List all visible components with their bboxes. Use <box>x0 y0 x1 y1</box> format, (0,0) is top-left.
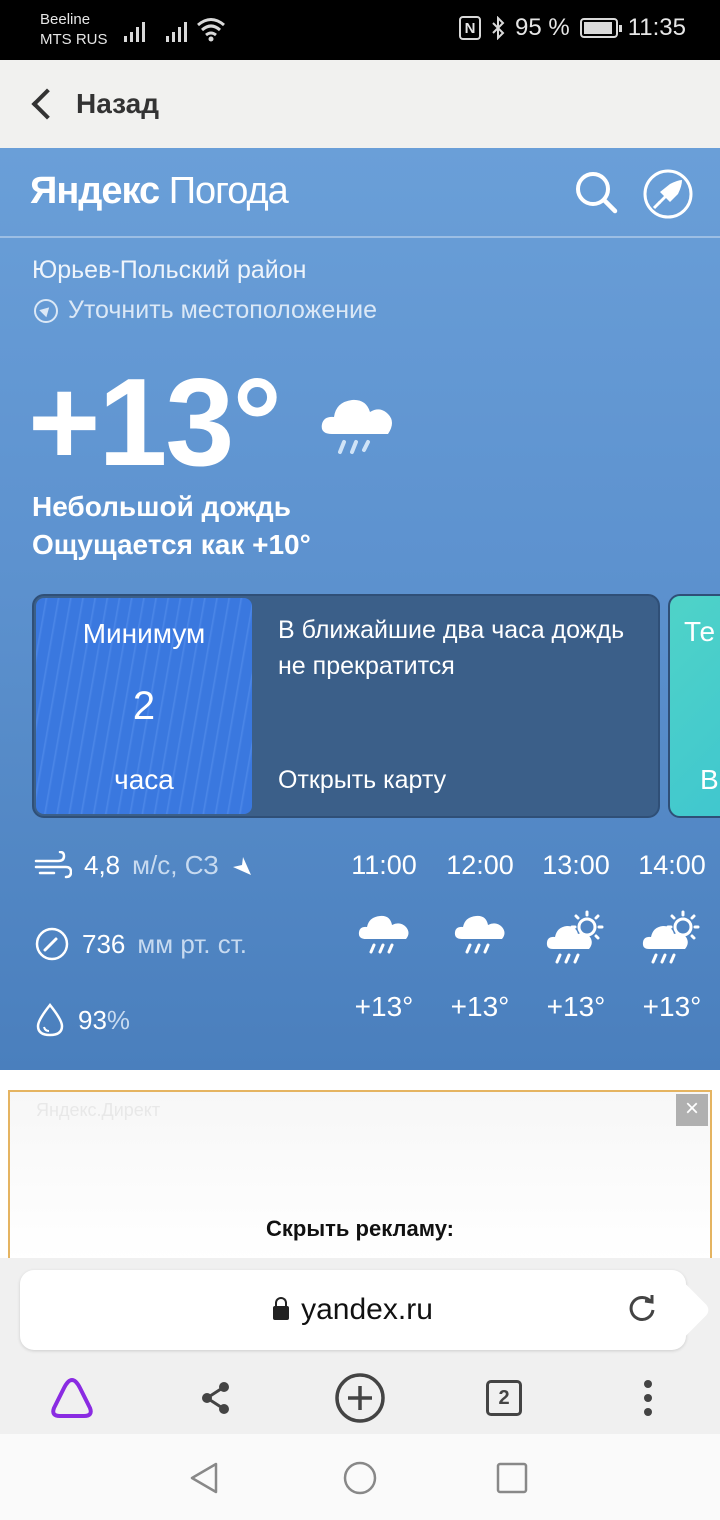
search-icon[interactable] <box>572 168 620 216</box>
nfc-icon: N <box>459 16 482 40</box>
rain-min-unit: часа <box>114 764 174 795</box>
system-nav-bar <box>0 1434 720 1520</box>
status-bar: Beeline MTS RUS N 95 % 11:35 <box>0 0 720 60</box>
nav-recents-icon[interactable] <box>494 1460 530 1496</box>
nowcast-card[interactable]: Минимум 2 часа В ближайшие два часа дожд… <box>32 594 660 818</box>
hourly-forecast[interactable]: 11:00 +13° 12:00 +13° 13:00 +13° 14:00 +… <box>336 850 720 1023</box>
chevron-left-icon <box>31 88 63 120</box>
back-label: Назад <box>76 88 160 119</box>
browser-bottom-bar: yandex.ru 2 <box>0 1258 720 1434</box>
carrier-1: Beeline <box>40 11 91 28</box>
condition-text: Небольшой дождь <box>32 491 291 522</box>
battery-icon <box>579 18 622 38</box>
nowcast-message: В ближайшие два часа дождь не прекратитс… <box>278 616 625 680</box>
back-bar: Назад <box>0 60 720 148</box>
feels-like: Ощущается как +10° <box>32 529 311 560</box>
second-card-title: Те <box>684 616 716 647</box>
hour-item: 13:00 +13° <box>528 850 624 1023</box>
menu-button[interactable] <box>618 1368 678 1428</box>
address-bar[interactable]: yandex.ru <box>20 1270 686 1350</box>
new-tab-button[interactable] <box>330 1368 390 1428</box>
refine-location-label: Уточнить местоположение <box>68 296 377 324</box>
url-text: yandex.ru <box>301 1293 433 1326</box>
pressure-gauge-icon <box>35 927 69 961</box>
second-card[interactable]: Те В <box>668 594 720 818</box>
wifi-icon <box>197 18 225 42</box>
hour-time: 13:00 <box>542 850 610 880</box>
ad-banner[interactable]: Яндекс.Директ × Скрыть рекламу: <box>8 1090 712 1262</box>
add-icon <box>335 1373 385 1423</box>
bluetooth-icon <box>492 16 505 40</box>
weather-header: Яндекс Погода <box>0 148 720 238</box>
hour-temp: +13° <box>642 991 702 1022</box>
alice-button[interactable] <box>42 1368 102 1428</box>
brand-yandex: Яндекс <box>30 170 160 212</box>
more-vertical-icon <box>644 1380 652 1416</box>
carrier-info: Beeline MTS RUS <box>40 10 108 50</box>
sun-cloud-rain-icon <box>546 910 604 964</box>
humidity-unit: % <box>106 1004 131 1035</box>
hour-time: 14:00 <box>638 850 706 880</box>
signal-icon <box>124 18 145 42</box>
clock: 11:35 <box>627 14 686 41</box>
battery-level <box>583 22 613 34</box>
nav-home-icon[interactable] <box>342 1460 378 1496</box>
wind-unit: м/с, СЗ <box>132 850 219 880</box>
hour-temp: +13° <box>450 991 510 1022</box>
back-button[interactable]: Назад <box>28 88 159 120</box>
browser-toolbar: 2 <box>0 1368 720 1434</box>
battery-percent: 95 % <box>515 14 570 41</box>
second-card-link: В <box>700 764 719 795</box>
humidity-info: 93 % <box>34 1002 130 1038</box>
reload-icon[interactable] <box>626 1292 658 1324</box>
humidity-drop-icon <box>36 1002 64 1037</box>
pressure-value: 736 <box>82 928 126 959</box>
lock-icon <box>273 1297 290 1320</box>
refine-location-link[interactable]: Уточнить местоположение <box>34 296 377 325</box>
location-name: Юрьев-Польский район <box>32 256 307 284</box>
pressure-info: 736 мм рт. ст. <box>34 926 247 962</box>
rain-duration-tile: Минимум 2 часа <box>36 598 252 814</box>
brand-logo[interactable]: Яндекс Погода <box>30 170 289 213</box>
hour-time: 11:00 <box>351 850 417 880</box>
humidity-value: 93 <box>78 1004 107 1035</box>
share-button[interactable] <box>186 1368 246 1428</box>
share-icon <box>202 1382 229 1414</box>
wind-direction-icon <box>232 856 251 875</box>
close-icon[interactable]: × <box>676 1094 708 1126</box>
location-arrow-icon <box>34 298 58 323</box>
ad-label: Яндекс.Директ <box>36 1100 161 1120</box>
alice-icon <box>51 1377 93 1418</box>
current-temperature: +13° <box>28 354 282 492</box>
nav-back-icon[interactable] <box>186 1460 222 1496</box>
rain-cloud-icon <box>454 915 505 954</box>
wind-icon <box>34 850 72 878</box>
hour-time: 12:00 <box>446 850 514 880</box>
rocket-icon[interactable] <box>642 168 694 220</box>
hour-item: 12:00 +13° <box>432 850 528 1023</box>
hour-item: 14:00 +13° <box>624 850 720 1023</box>
pressure-unit: мм рт. ст. <box>137 928 247 959</box>
weather-panel: Яндекс Погода Юрьев-Польский район Уточн… <box>0 148 720 1070</box>
hour-temp: +13° <box>354 991 414 1022</box>
condition-block: Небольшой дождь Ощущается как +10° <box>32 488 311 564</box>
wind-info: 4,8 м/с, СЗ <box>34 850 253 881</box>
rain-min-label: Минимум <box>82 618 206 649</box>
hour-temp: +13° <box>546 991 606 1022</box>
tabs-count: 2 <box>486 1380 522 1416</box>
brand-pogoda: Погода <box>168 170 289 212</box>
tabs-button[interactable]: 2 <box>474 1368 534 1428</box>
hide-ad-text[interactable]: Скрыть рекламу: <box>10 1216 710 1242</box>
sun-cloud-rain-icon <box>642 910 700 964</box>
open-map-link[interactable]: Открыть карту <box>278 766 446 795</box>
signal-icon <box>166 18 187 42</box>
rain-cloud-icon <box>358 915 409 954</box>
rain-cloud-icon <box>321 399 392 454</box>
hour-item: 11:00 +13° <box>336 850 432 1023</box>
rain-min-value: 2 <box>132 684 156 728</box>
carrier-2: MTS RUS <box>40 31 108 48</box>
wind-speed: 4,8 <box>84 850 121 880</box>
